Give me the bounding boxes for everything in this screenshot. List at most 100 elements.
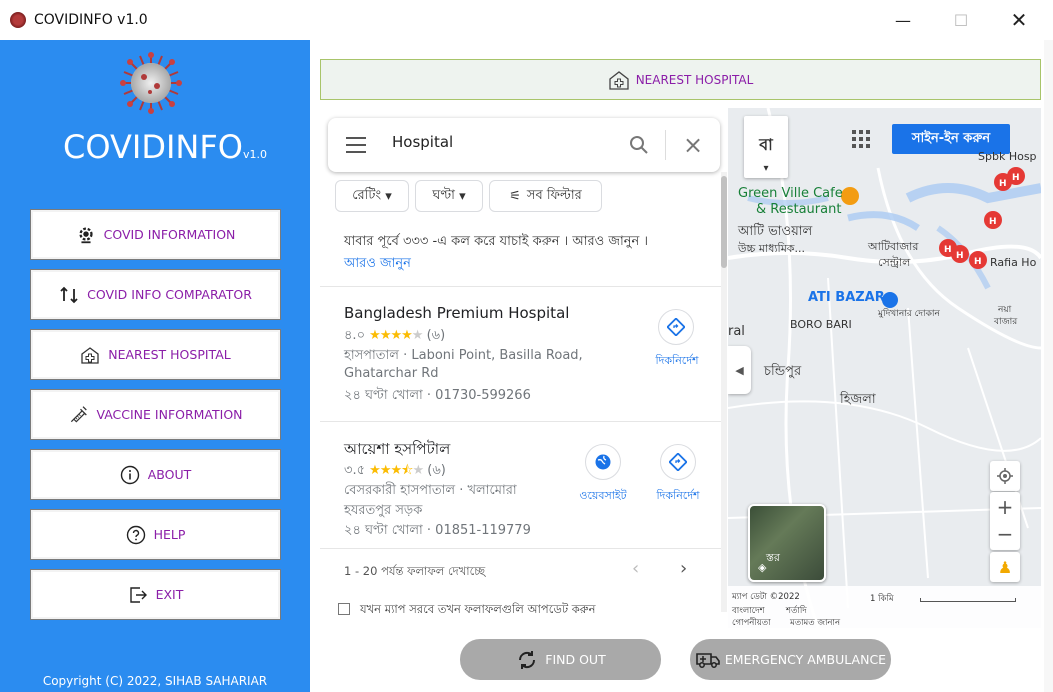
copyright-text: Copyright (C) 2022, SIHAB SAHARIAR [42, 674, 268, 688]
brand-name: COVIDINFO [63, 128, 243, 166]
directions-label[interactable]: দিকনির্দেশ [650, 352, 704, 371]
exit-label: EXIT [155, 587, 184, 602]
map-footer: ম্যাপ ডেটা ©2022 1 কিমি বাংলাদেশ শর্তাদি… [728, 586, 1041, 628]
directions-icon[interactable] [660, 444, 696, 480]
scrollbar-thumb[interactable] [721, 176, 727, 268]
info-icon [120, 465, 140, 485]
prev-page-icon[interactable]: ‹ [632, 558, 639, 579]
map-label: মুদিখানার দোকান [878, 309, 940, 319]
collapse-panel-button[interactable]: ◀ [728, 346, 751, 394]
map-view[interactable]: HHH HHH বা ▾ সাইন-ইন করুন Spbk Hosp Green… [728, 108, 1041, 628]
close-button[interactable]: ✕ [996, 6, 1042, 34]
map-label: ATI BAZAR [808, 290, 885, 305]
caret-down-icon: ▾ [763, 163, 769, 174]
learn-more-link[interactable]: আরও জানুন [344, 254, 411, 275]
filter-rating-label: রেটিং [352, 187, 382, 203]
map-label: Spbk Hosp [978, 150, 1037, 163]
find-out-button[interactable]: FIND OUT [460, 639, 661, 680]
search-divider [665, 130, 666, 160]
apps-grid-icon[interactable] [852, 130, 870, 148]
layer-text: স্তর [766, 551, 780, 564]
notice-text: যাবার পূর্বে ৩৩৩ -এ কল করে যাচাই করুন । … [344, 234, 649, 249]
map-label: বাজার [994, 317, 1018, 327]
divider [320, 421, 722, 422]
maximize-button[interactable]: ☐ [938, 6, 984, 34]
svg-text:H: H [974, 257, 982, 267]
filter-rating-chip[interactable]: রেটিং ▾ [335, 180, 409, 212]
map-label: ral [728, 324, 745, 339]
exit-button[interactable]: EXIT [30, 569, 281, 620]
zoom-out-button[interactable]: − [997, 521, 1014, 549]
svg-text:H: H [956, 251, 964, 261]
about-button[interactable]: ABOUT [30, 449, 281, 500]
website-label[interactable]: ওয়েবসাইট [576, 487, 630, 506]
gear-virus-icon [76, 225, 96, 245]
svg-text:H: H [1012, 173, 1020, 183]
zoom-in-button[interactable]: + [997, 493, 1014, 521]
rating-stars: ★★★⯪★ [369, 463, 424, 478]
website-icon[interactable] [585, 444, 621, 480]
directions-label[interactable]: দিকনির্দেশ [651, 487, 705, 506]
result-title[interactable]: আয়েশা হসপিটাল [344, 438, 450, 463]
svg-text:H: H [999, 179, 1007, 189]
brand-version: v1.0 [242, 148, 267, 161]
search-input[interactable]: Hospital [392, 133, 453, 151]
covid-information-label: COVID INFORMATION [103, 227, 236, 242]
hospital-icon [608, 69, 630, 91]
compare-icon [59, 285, 79, 305]
covid-info-comparator-button[interactable]: COVID INFO COMPARATOR [30, 269, 281, 320]
language-label: বা [759, 135, 773, 154]
about-label: ABOUT [147, 467, 192, 482]
window-scrollbar[interactable] [1044, 40, 1053, 692]
my-location-button[interactable] [990, 461, 1020, 491]
result-rating: ৩.৫ ★★★⯪★ (৬) [344, 461, 446, 483]
map-label: চন্ডিপুর [764, 364, 802, 379]
result-title[interactable]: Bangladesh Premium Hospital [344, 304, 569, 322]
review-count: (৬) [426, 328, 446, 343]
map-scale-text: 1 কিমি [870, 594, 894, 604]
vaccine-information-button[interactable]: VACCINE INFORMATION [30, 389, 281, 440]
update-results-checkbox[interactable] [338, 603, 350, 615]
ambulance-icon [695, 648, 720, 672]
nearest-hospital-button[interactable]: NEAREST HOSPITAL [30, 329, 281, 380]
all-filters-chip[interactable]: ⚟ সব ফিল্টার [489, 180, 602, 212]
map-label: BORO BARI [790, 318, 852, 331]
menu-icon[interactable] [346, 137, 366, 153]
search-icon[interactable] [628, 134, 650, 156]
sidebar: COVIDINFOv1.0 COVID INFORMATION COVID IN… [0, 40, 310, 692]
result-rating: ৪.০ ★★★★★ (৬) [344, 326, 445, 347]
svg-text:H: H [944, 245, 952, 255]
next-page-icon[interactable]: › [680, 558, 687, 579]
section-header: NEAREST HOSPITAL [320, 59, 1041, 100]
covid-information-button[interactable]: COVID INFORMATION [30, 209, 281, 260]
emergency-ambulance-button[interactable]: EMERGENCY AMBULANCE [690, 639, 891, 680]
virus-logo-icon [120, 52, 182, 114]
map-privacy-link[interactable]: গোপনীয়তা [732, 616, 771, 628]
minimize-button[interactable]: — [880, 6, 926, 34]
map-label: & Restaurant [756, 202, 842, 217]
map-label: হিজলা [840, 392, 876, 407]
help-button[interactable]: HELP [30, 509, 281, 560]
language-button[interactable]: বা ▾ [744, 116, 788, 178]
maps-results-panel: Hospital × রেটিং ▾ ঘণ্টা ▾ ⚟ সব ফিল্টার য… [320, 108, 728, 628]
maps-search-box[interactable]: Hospital × [328, 118, 720, 172]
directions-icon[interactable] [658, 309, 694, 345]
map-label: সেন্ট্রাল [878, 256, 911, 269]
svg-text:H: H [989, 217, 997, 227]
map-feedback-link[interactable]: মতামত জানান [790, 616, 840, 628]
filter-hours-chip[interactable]: ঘণ্টা ▾ [415, 180, 483, 212]
map-label: Rafia Ho [990, 256, 1037, 269]
layer-label: ◈ স্তর [758, 551, 780, 574]
results-scrollbar[interactable] [721, 172, 727, 612]
map-label: Green Ville Cafe [738, 186, 843, 201]
divider [320, 286, 722, 287]
layer-switcher-button[interactable]: ◈ স্তর [748, 504, 826, 582]
review-count: (৬) [427, 463, 446, 478]
street-view-pegman-icon[interactable]: ♟ [990, 552, 1020, 582]
refresh-search-icon [515, 648, 539, 672]
window-title: COVIDINFO v1.0 [34, 12, 148, 28]
nearest-hospital-label: NEAREST HOSPITAL [108, 347, 231, 362]
rating-value: ৪.০ [344, 328, 366, 343]
help-label: HELP [153, 527, 186, 542]
clear-search-icon[interactable]: × [683, 131, 703, 159]
